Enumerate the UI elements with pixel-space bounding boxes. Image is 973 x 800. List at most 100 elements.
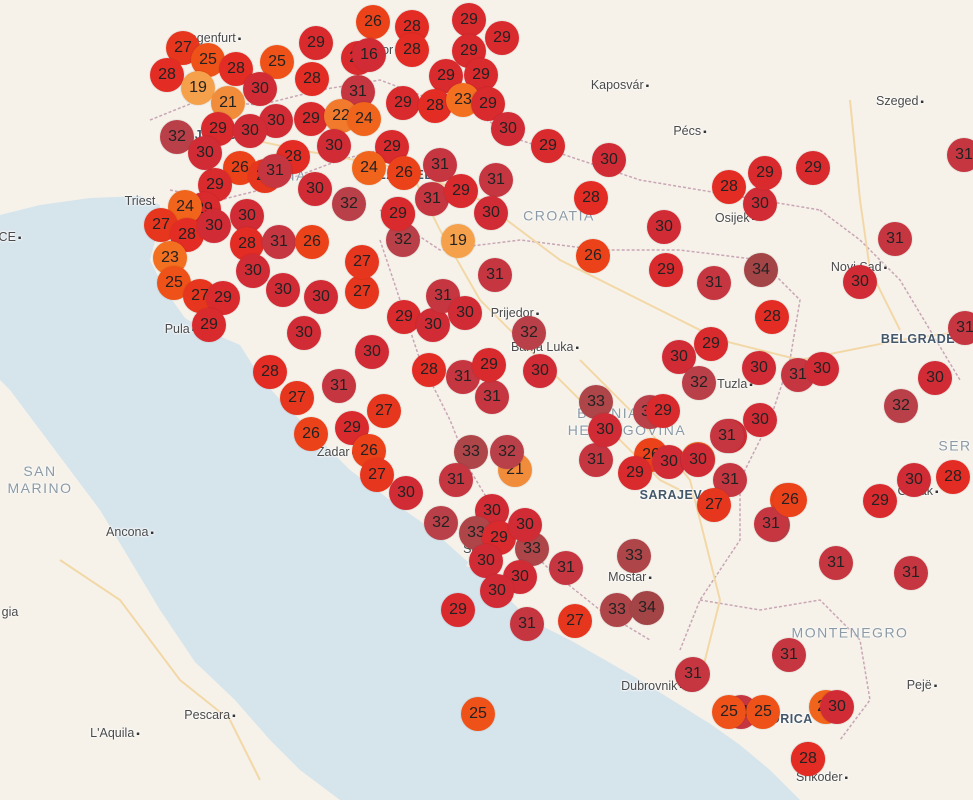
temperature-marker[interactable]: 16 [352, 38, 386, 72]
temperature-marker[interactable]: 31 [878, 222, 912, 256]
temperature-marker[interactable]: 32 [332, 187, 366, 221]
temperature-marker[interactable]: 27 [697, 488, 731, 522]
temperature-marker[interactable]: 27 [345, 275, 379, 309]
temperature-marker[interactable]: 31 [549, 551, 583, 585]
temperature-marker[interactable]: 30 [742, 351, 776, 385]
temperature-marker[interactable]: 25 [746, 695, 780, 729]
temperature-marker[interactable]: 24 [352, 151, 386, 185]
temperature-marker[interactable]: 27 [367, 394, 401, 428]
temperature-marker[interactable]: 34 [630, 591, 664, 625]
temperature-marker[interactable]: 31 [947, 138, 973, 172]
temperature-marker[interactable]: 31 [479, 163, 513, 197]
temperature-marker[interactable]: 30 [805, 352, 839, 386]
temperature-marker[interactable]: 30 [188, 136, 222, 170]
temperature-marker[interactable]: 32 [424, 506, 458, 540]
temperature-marker[interactable]: 30 [897, 463, 931, 497]
temperature-marker[interactable]: 28 [253, 355, 287, 389]
temperature-marker[interactable]: 26 [576, 239, 610, 273]
temperature-marker[interactable]: 32 [682, 366, 716, 400]
temperature-marker[interactable]: 24 [347, 102, 381, 136]
temperature-marker[interactable]: 29 [444, 174, 478, 208]
temperature-marker[interactable]: 30 [304, 280, 338, 314]
temperature-marker[interactable]: 31 [579, 443, 613, 477]
temperature-marker[interactable]: 29 [863, 484, 897, 518]
temperature-marker[interactable]: 30 [523, 354, 557, 388]
temperature-marker[interactable]: 29 [381, 197, 415, 231]
temperature-marker[interactable]: 30 [355, 335, 389, 369]
temperature-marker[interactable]: 31 [478, 258, 512, 292]
temperature-marker[interactable]: 30 [416, 308, 450, 342]
temperature-marker[interactable]: 29 [646, 394, 680, 428]
temperature-marker[interactable]: 25 [461, 697, 495, 731]
temperature-marker[interactable]: 30 [647, 210, 681, 244]
temperature-marker[interactable]: 27 [280, 381, 314, 415]
temperature-marker[interactable]: 28 [412, 353, 446, 387]
temperature-marker[interactable]: 29 [294, 102, 328, 136]
temperature-marker[interactable]: 29 [192, 308, 226, 342]
temperature-marker[interactable]: 31 [510, 607, 544, 641]
temperature-marker[interactable]: 31 [697, 266, 731, 300]
temperature-marker[interactable]: 25 [712, 695, 746, 729]
temperature-marker[interactable]: 32 [512, 316, 546, 350]
temperature-marker[interactable]: 30 [474, 196, 508, 230]
temperature-marker[interactable]: 30 [266, 273, 300, 307]
temperature-marker[interactable]: 28 [936, 460, 970, 494]
temperature-marker[interactable]: 30 [236, 254, 270, 288]
temperature-marker[interactable]: 31 [772, 638, 806, 672]
temperature-marker[interactable]: 31 [262, 225, 296, 259]
temperature-marker[interactable]: 34 [744, 253, 778, 287]
temperature-marker[interactable]: 30 [298, 172, 332, 206]
temperature-marker[interactable]: 29 [649, 253, 683, 287]
temperature-marker[interactable]: 29 [452, 3, 486, 37]
temperature-marker[interactable]: 31 [948, 311, 973, 345]
temperature-marker[interactable]: 30 [243, 72, 277, 106]
temperature-marker[interactable]: 30 [491, 112, 525, 146]
temperature-marker[interactable]: 31 [710, 419, 744, 453]
temperature-marker[interactable]: 29 [796, 151, 830, 185]
temperature-marker[interactable]: 26 [356, 5, 390, 39]
temperature-marker[interactable]: 26 [387, 156, 421, 190]
temperature-marker[interactable]: 29 [531, 129, 565, 163]
temperature-marker[interactable]: 28 [712, 170, 746, 204]
temperature-marker[interactable]: 29 [485, 21, 519, 55]
temperature-marker[interactable]: 30 [317, 129, 351, 163]
temperature-marker[interactable]: 28 [574, 181, 608, 215]
temperature-marker[interactable]: 31 [819, 546, 853, 580]
temperature-marker[interactable]: 31 [475, 380, 509, 414]
temperature-marker[interactable]: 30 [681, 443, 715, 477]
temperature-marker[interactable]: 30 [592, 143, 626, 177]
temperature-marker[interactable]: 30 [820, 690, 854, 724]
temperature-marker[interactable]: 28 [791, 742, 825, 776]
temperature-marker[interactable]: 30 [469, 544, 503, 578]
temperature-marker[interactable]: 30 [480, 574, 514, 608]
temperature-marker[interactable]: 27 [345, 245, 379, 279]
temperature-marker[interactable]: 30 [389, 476, 423, 510]
temperature-marker[interactable]: 30 [588, 413, 622, 447]
temperature-marker[interactable]: 32 [884, 389, 918, 423]
temperature-marker[interactable]: 33 [617, 539, 651, 573]
temperature-marker[interactable]: 29 [694, 327, 728, 361]
temperature-marker[interactable]: 30 [448, 296, 482, 330]
temperature-marker[interactable]: 27 [558, 604, 592, 638]
temperature-marker[interactable]: 31 [676, 657, 710, 691]
temperature-marker[interactable]: 29 [299, 26, 333, 60]
temperature-marker[interactable]: 29 [441, 593, 475, 627]
temperature-marker[interactable]: 30 [508, 508, 542, 542]
temperature-marker[interactable]: 28 [150, 58, 184, 92]
temperature-marker[interactable]: 30 [287, 316, 321, 350]
temperature-marker[interactable]: 30 [918, 361, 952, 395]
temperature-marker[interactable]: 28 [755, 300, 789, 334]
temperature-marker[interactable]: 32 [490, 435, 524, 469]
temperature-marker[interactable]: 31 [322, 369, 356, 403]
temperature-marker[interactable]: 30 [743, 187, 777, 221]
temperature-marker[interactable]: 28 [395, 33, 429, 67]
temperature-marker[interactable]: 30 [233, 114, 267, 148]
temperature-marker[interactable]: 30 [843, 265, 877, 299]
temperature-marker[interactable]: 29 [618, 456, 652, 490]
temperature-marker[interactable]: 26 [294, 417, 328, 451]
temperature-marker[interactable]: 30 [743, 403, 777, 437]
temperature-marker[interactable]: 19 [441, 224, 475, 258]
temperature-marker[interactable]: 31 [894, 556, 928, 590]
temperature-marker[interactable]: 19 [181, 71, 215, 105]
temperature-marker[interactable]: 31 [258, 154, 292, 188]
